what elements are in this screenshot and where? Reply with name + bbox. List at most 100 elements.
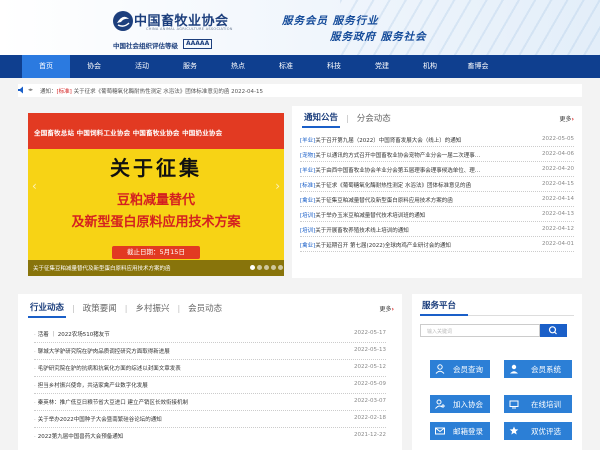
slogan-line-2: 服务政府 服务社会 bbox=[330, 31, 427, 43]
item-date: 2022-03-07 bbox=[354, 398, 386, 404]
award-selection-button[interactable]: 双优评选 bbox=[504, 422, 572, 440]
item-title: 担当乡村振兴使命，共话家禽产业数字化发展 bbox=[37, 383, 148, 389]
tab-divider: | bbox=[124, 303, 128, 313]
member-search-button[interactable]: 会员查询 bbox=[430, 360, 490, 378]
rating-label: 中国社会组织评估等级 bbox=[113, 42, 178, 50]
tab-announcements[interactable]: 通知公告 bbox=[302, 108, 341, 128]
tab-rural-revitalization[interactable]: 乡村振兴 bbox=[133, 302, 171, 314]
banner-subtitle-1: 豆粕减量替代 bbox=[116, 193, 195, 208]
carousel-dots bbox=[250, 265, 283, 270]
bullet-icon: · bbox=[34, 366, 36, 372]
nav-item-services[interactable]: 服务 bbox=[166, 55, 214, 78]
main-nav: 首页 协会 活动 服务 热点 标准 科技 党建 机构 畜博会 bbox=[0, 55, 600, 78]
nav-item-home[interactable]: 首页 bbox=[22, 55, 70, 78]
tab-divider: | bbox=[177, 303, 181, 313]
online-training-button[interactable]: 在线培训 bbox=[504, 395, 572, 413]
industry-tabs: 行业动态 | 政策要闻 | 乡村振兴 | 会员动态 bbox=[28, 298, 224, 318]
service-platform-panel: 服务平台 输入关键词 会员查询 会员系统 加入协会 在线培训 邮箱登录 双优评选 bbox=[412, 294, 582, 450]
training-icon bbox=[504, 399, 524, 409]
list-item[interactable]: [培训]关于举办玉米豆粕减量替代技术培训班的通知 2022-04-13 bbox=[300, 207, 574, 222]
list-item[interactable]: [禽业]关于征集豆粕减量替代及新型蛋白原料应用技术方案的函 2022-04-14 bbox=[300, 192, 574, 207]
carousel-dot[interactable] bbox=[278, 265, 283, 270]
search-button[interactable] bbox=[540, 324, 567, 337]
association-logo-icon[interactable] bbox=[112, 10, 134, 32]
tab-member-news[interactable]: 会员动态 bbox=[186, 302, 224, 314]
nav-item-association[interactable]: 协会 bbox=[70, 55, 118, 78]
banner-caption[interactable]: 关于征集豆粕减量替代及新型蛋白原料应用技术方案的函 bbox=[33, 264, 171, 272]
banner-caption-bar: 关于征集豆粕减量替代及新型蛋白原料应用技术方案的函 bbox=[28, 260, 284, 276]
button-label: 邮箱登录 bbox=[453, 426, 483, 436]
carousel-dot[interactable] bbox=[264, 265, 269, 270]
item-title: 聊城大学驴研究院在驴肉品质调控研究方面取得新进展 bbox=[37, 349, 170, 355]
tab-industry-news[interactable]: 行业动态 bbox=[28, 298, 67, 318]
nav-item-hot-topics[interactable]: 热点 bbox=[214, 55, 262, 78]
more-label: 更多 bbox=[379, 306, 392, 313]
carousel-dot[interactable] bbox=[271, 265, 276, 270]
award-icon bbox=[504, 426, 524, 436]
list-item[interactable]: [培训]关于开展畜牧养殖技术线上培训的通知 2022-04-12 bbox=[300, 222, 574, 237]
member-search-icon bbox=[430, 364, 450, 374]
nav-item-technology[interactable]: 科技 bbox=[310, 55, 358, 78]
list-item[interactable]: · 活着 ｜ 2022农场510猪友节 2022-05-17 bbox=[34, 326, 386, 343]
item-title: 关于开展畜牧养殖技术线上培训的通知 bbox=[315, 228, 409, 234]
notices-more-link[interactable]: 更多› bbox=[560, 114, 575, 123]
list-item[interactable]: · 关于举办2022中国种子大会暨南繁硅谷论坛的通知 2022-02-18 bbox=[34, 411, 386, 428]
notice-prefix: 通知： bbox=[40, 89, 57, 95]
nav-item-expo[interactable]: 畜博会 bbox=[454, 55, 502, 78]
carousel-next-icon[interactable]: › bbox=[275, 179, 280, 193]
nav-item-organizations[interactable]: 机构 bbox=[406, 55, 454, 78]
item-date: 2022-05-09 bbox=[354, 381, 386, 387]
join-association-button[interactable]: 加入协会 bbox=[430, 395, 490, 413]
tab-divider: | bbox=[346, 113, 349, 123]
item-tag: [标准] bbox=[300, 183, 316, 189]
list-item[interactable]: · 秦英林：推广低豆日粮节省大豆进口 建立产销区长效衔接机制 2022-03-07 bbox=[34, 394, 386, 411]
carousel-dot[interactable] bbox=[250, 265, 255, 270]
banner-carousel[interactable]: 全国畜牧总站 中国饲料工业协会 中国畜牧业协会 中国奶业协会 关于征集 豆粕减量… bbox=[28, 113, 284, 276]
notice-link[interactable]: 通知：[标准] 关于征求《葡萄糖氧化酶耐热性测定 水浴法》团体标准意见的函 20… bbox=[40, 87, 263, 95]
list-item[interactable]: [宠物]关于以通讯的方式召开中国畜牧业协会宠物产业分会一届二次理事… 2022-0… bbox=[300, 147, 574, 162]
button-label: 会员查询 bbox=[453, 364, 483, 374]
mail-login-button[interactable]: 邮箱登录 bbox=[430, 422, 490, 440]
item-date: 2022-04-14 bbox=[542, 196, 574, 202]
list-item[interactable]: · 担当乡村振兴使命，共话家禽产业数字化发展 2022-05-09 bbox=[34, 377, 386, 394]
list-item[interactable]: [羊业]关于召开第九届（2022）中国肾畜发展大会（线上）的通知 2022-05-… bbox=[300, 132, 574, 147]
industry-more-link[interactable]: 更多› bbox=[380, 304, 395, 313]
nav-item-activities[interactable]: 活动 bbox=[118, 55, 166, 78]
rating-badge: AAAAA bbox=[183, 39, 213, 49]
bullet-icon: · bbox=[34, 349, 36, 355]
list-item[interactable]: · 2022第九届中国兽药大会预备通知 2021-12-22 bbox=[34, 428, 386, 445]
button-label: 加入协会 bbox=[453, 399, 483, 409]
ticker-arrows-icon[interactable]: ◂▸ bbox=[28, 87, 33, 93]
item-date: 2022-04-12 bbox=[542, 226, 574, 232]
item-date: 2021-12-22 bbox=[354, 432, 386, 438]
bullet-icon: · bbox=[34, 383, 36, 389]
tab-divider: | bbox=[72, 303, 75, 313]
carousel-dot[interactable] bbox=[257, 265, 262, 270]
site-header: 中国畜牧业协会 CHINA ANIMAL AGRICULTURE ASSOCIA… bbox=[0, 0, 600, 55]
list-item[interactable]: · 聊城大学驴研究院在驴肉品质调控研究方面取得新进展 2022-05-13 bbox=[34, 343, 386, 360]
item-tag: [培训] bbox=[300, 213, 316, 219]
item-title: 关于以通讯的方式召开中国畜牧业协会宠物产业分会一届二次理事… bbox=[315, 153, 481, 159]
tab-branch-news[interactable]: 分会动态 bbox=[355, 112, 393, 124]
carousel-prev-icon[interactable]: ‹ bbox=[32, 179, 37, 193]
list-item[interactable]: [羊业]关于由西中国畜牧业协会羊业分会第五届理事会理事候选单位、理… 2022-0… bbox=[300, 162, 574, 177]
bullet-icon: · bbox=[34, 434, 36, 440]
tab-policy-news[interactable]: 政策要闻 bbox=[81, 302, 119, 314]
member-system-button[interactable]: 会员系统 bbox=[504, 360, 572, 378]
item-title: 毛驴研究院在驴的抗病和抗氧化方面的综述以封面文章发表 bbox=[37, 366, 181, 372]
service-title: 服务平台 bbox=[422, 301, 457, 311]
item-date: 2022-04-06 bbox=[542, 151, 574, 157]
industry-news-panel: 行业动态 | 政策要闻 | 乡村振兴 | 会员动态 更多› · 活着 ｜ 2022… bbox=[18, 294, 402, 450]
list-item[interactable]: · 毛驴研究院在驴的抗病和抗氧化方面的综述以封面文章发表 2022-05-12 bbox=[34, 360, 386, 377]
notices-panel: 通知公告 | 分会动态 更多› [羊业]关于召开第九届（2022）中国肾畜发展大… bbox=[292, 106, 582, 278]
list-item[interactable]: [禽业]关于延期召开 第七届(2022)全球肉鸡产业研讨会的通知 2022-04-… bbox=[300, 237, 574, 252]
nav-item-party-building[interactable]: 党建 bbox=[358, 55, 406, 78]
nav-item-standards[interactable]: 标准 bbox=[262, 55, 310, 78]
list-item[interactable]: [标准]关于征求《葡萄糖氧化酶耐热性测定 水浴法》团体标准意见的函 2022-04… bbox=[300, 177, 574, 192]
item-date: 2022-05-12 bbox=[354, 364, 386, 370]
notice-date: 2022-04-15 bbox=[231, 89, 264, 95]
more-arrow-icon: › bbox=[571, 116, 574, 123]
item-tag: [羊业] bbox=[300, 138, 316, 144]
button-label: 会员系统 bbox=[531, 364, 561, 374]
search-input[interactable]: 输入关键词 bbox=[420, 324, 540, 337]
